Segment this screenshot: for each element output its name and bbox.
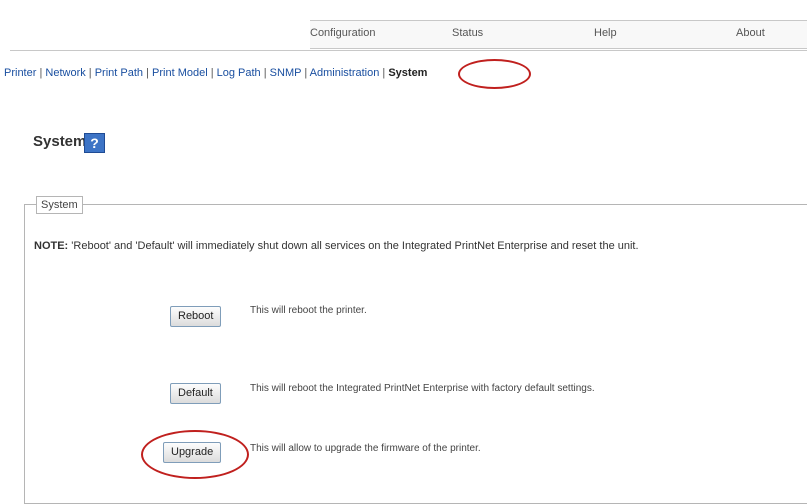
default-button[interactable]: Default xyxy=(170,383,221,404)
tab-configuration[interactable]: Configuration xyxy=(310,27,375,39)
sub-nav-separator: | xyxy=(382,67,386,79)
note-text: NOTE: 'Reboot' and 'Default' will immedi… xyxy=(34,240,639,252)
help-icon[interactable]: ? xyxy=(84,133,105,153)
sub-nav-administration[interactable]: Administration xyxy=(310,67,380,79)
sub-nav: Printer | Network | Print Path | Print M… xyxy=(4,67,427,79)
reboot-button[interactable]: Reboot xyxy=(170,306,222,327)
sub-nav-log-path[interactable]: Log Path xyxy=(217,67,261,79)
highlight-oval-system xyxy=(458,59,531,89)
default-description: This will reboot the Integrated PrintNet… xyxy=(250,383,595,394)
sub-nav-snmp[interactable]: SNMP xyxy=(270,67,302,79)
sub-nav-separator: | xyxy=(88,67,92,79)
sub-nav-separator: | xyxy=(146,67,149,79)
header-divider xyxy=(10,50,807,51)
sub-nav-printer[interactable]: Printer xyxy=(4,67,36,79)
note-body: 'Reboot' and 'Default' will immediately … xyxy=(71,240,639,252)
tab-help[interactable]: Help xyxy=(594,27,617,39)
sub-nav-network[interactable]: Network xyxy=(45,67,85,79)
tab-status[interactable]: Status xyxy=(452,27,483,39)
upgrade-description: This will allow to upgrade the firmware … xyxy=(250,443,481,454)
sub-nav-separator: | xyxy=(304,67,308,79)
section-legend: System xyxy=(36,196,83,214)
top-nav-bar: Configuration Status Help About xyxy=(310,20,807,49)
reboot-description: This will reboot the printer. xyxy=(250,305,367,316)
note-label: NOTE: xyxy=(34,240,69,252)
page-title: System xyxy=(33,133,87,150)
sub-nav-separator: | xyxy=(39,67,43,79)
sub-nav-print-path[interactable]: Print Path xyxy=(95,67,143,79)
tab-about[interactable]: About xyxy=(736,27,765,39)
sub-nav-separator: | xyxy=(210,67,214,79)
sub-nav-separator: | xyxy=(263,67,267,79)
sub-nav-system[interactable]: System xyxy=(388,67,427,79)
sub-nav-print-model[interactable]: Print Model xyxy=(152,67,208,79)
upgrade-button[interactable]: Upgrade xyxy=(163,442,222,463)
